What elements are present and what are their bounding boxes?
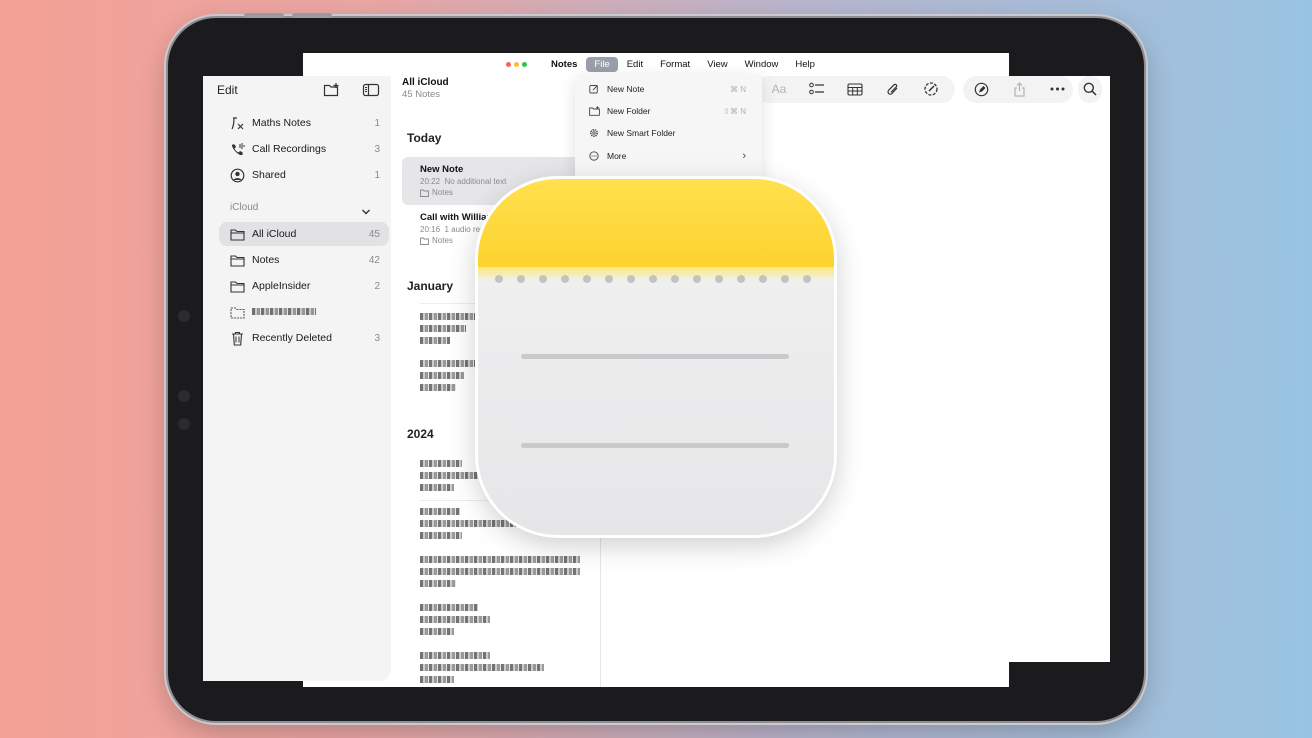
sidebar-item-label: AppleInsider [252,280,311,292]
menu-window[interactable]: Window [737,57,787,72]
folder-icon [229,304,245,320]
notes-app-icon-yellow-band [478,179,834,271]
folder-icon [420,189,429,197]
sidebar-item-shared[interactable]: Shared 1 [219,163,389,187]
sidebar-item-count: 3 [374,332,380,344]
close-dot[interactable] [506,61,511,67]
paperclip-icon[interactable] [883,79,903,99]
sidebar-item-count: 42 [368,254,380,266]
menu-format[interactable]: Format [652,57,698,72]
zoom-dot[interactable] [522,61,527,67]
redacted-label [252,306,389,318]
math-notes-icon [229,115,245,131]
ellipsis-circle-icon [589,151,601,161]
camera-dot [178,310,190,322]
person-circle-icon [229,167,245,183]
redacted-note[interactable] [420,604,590,640]
notes-app-icon [478,179,834,535]
volume-button [292,13,332,18]
menu-item-new-note[interactable]: New Note ⌘ N [575,78,762,100]
sidebar-item-count: 2 [374,280,380,292]
trash-icon [229,330,245,346]
sidebar: Edit Maths Notes 1 Call Recordings 3 Sha… [203,76,391,681]
volume-button [244,13,284,18]
folder-icon [229,278,245,294]
menu-item-new-smart-folder[interactable]: New Smart Folder [575,122,762,144]
gear-icon [589,128,601,138]
section-2024: 2024 [407,427,434,441]
camera-dot [178,418,190,430]
redacted-note[interactable] [420,556,590,592]
new-folder-icon [589,106,601,116]
toolbar-search [1080,79,1118,99]
markup-icon[interactable] [921,79,941,99]
toolbar: Aa [769,79,959,99]
sidebar-folder-notes[interactable]: Notes 42 [219,248,389,272]
more-icon[interactable] [1047,79,1067,99]
menu-item-new-folder[interactable]: New Folder ⇧⌘ N [575,100,762,122]
new-folder-icon[interactable] [323,82,341,98]
sidebar-folder-redacted[interactable] [219,300,389,324]
note-title: New Note [420,164,464,175]
sidebar-toggle-icon[interactable] [362,82,380,98]
edit-button[interactable]: Edit [217,83,238,97]
sidebar-item-call-recordings[interactable]: Call Recordings 3 [219,137,389,161]
menu-app-name[interactable]: Notes [543,57,585,72]
menu-file[interactable]: File [586,56,618,72]
phone-waveform-icon [229,141,245,157]
minimize-dot[interactable] [514,61,519,67]
section-today: Today [407,131,442,145]
notes-app-icon-line [521,443,789,448]
sidebar-item-label: All iCloud [252,228,297,240]
camera-dot [178,390,190,402]
sidebar-item-count: 1 [374,117,380,129]
section-january: January [407,279,454,293]
note-folder: Notes [420,236,453,245]
sidebar-item-count: 1 [374,169,380,181]
checklist-icon[interactable] [807,79,827,99]
sidebar-item-label: Call Recordings [252,143,327,155]
redacted-note[interactable] [420,652,590,688]
note-list-count: 45 Notes [402,89,441,100]
sidebar-folder-recently-deleted[interactable]: Recently Deleted 3 [219,326,389,350]
window-controls [506,61,527,67]
sidebar-item-count: 45 [368,228,380,240]
menu-item-more[interactable]: More › [575,145,762,167]
menu-view[interactable]: View [699,57,735,72]
note-meta: 20:16 1 audio rec [420,225,485,234]
toolbar-right [971,79,1085,99]
sidebar-item-maths-notes[interactable]: Maths Notes 1 [219,111,389,135]
sidebar-folder-all-icloud[interactable]: All iCloud 45 [219,222,389,246]
folder-icon [420,237,429,245]
file-menu-dropdown: New Note ⌘ N New Folder ⇧⌘ N New Smart F… [575,74,762,182]
notes-app-icon-line [521,354,789,359]
chevron-right-icon: › [742,150,746,162]
section-header-icloud[interactable]: iCloud [230,202,258,213]
share-icon[interactable] [1009,79,1029,99]
text-format-icon[interactable]: Aa [769,79,789,99]
menu-help[interactable]: Help [787,57,823,72]
search-icon[interactable] [1080,79,1100,99]
sidebar-item-label: Maths Notes [252,117,311,129]
pencil-circle-icon[interactable] [971,79,991,99]
folder-icon [229,226,245,242]
new-note-icon [589,84,601,94]
sidebar-folder-appleinsider[interactable]: AppleInsider 2 [219,274,389,298]
sidebar-item-label: Recently Deleted [252,332,332,344]
sidebar-item-count: 3 [374,143,380,155]
note-list-title: All iCloud [402,77,449,88]
menu-bar: Notes File Edit Format View Window Help [303,53,1009,75]
menu-edit[interactable]: Edit [619,57,651,72]
notes-app-icon-paper [478,279,834,535]
note-folder: Notes [420,188,453,197]
table-icon[interactable] [845,79,865,99]
notes-app-icon-perforation [495,275,811,283]
sidebar-item-label: Notes [252,254,280,266]
sidebar-item-label: Shared [252,169,286,181]
chevron-down-icon[interactable] [361,203,371,221]
folder-icon [229,252,245,268]
